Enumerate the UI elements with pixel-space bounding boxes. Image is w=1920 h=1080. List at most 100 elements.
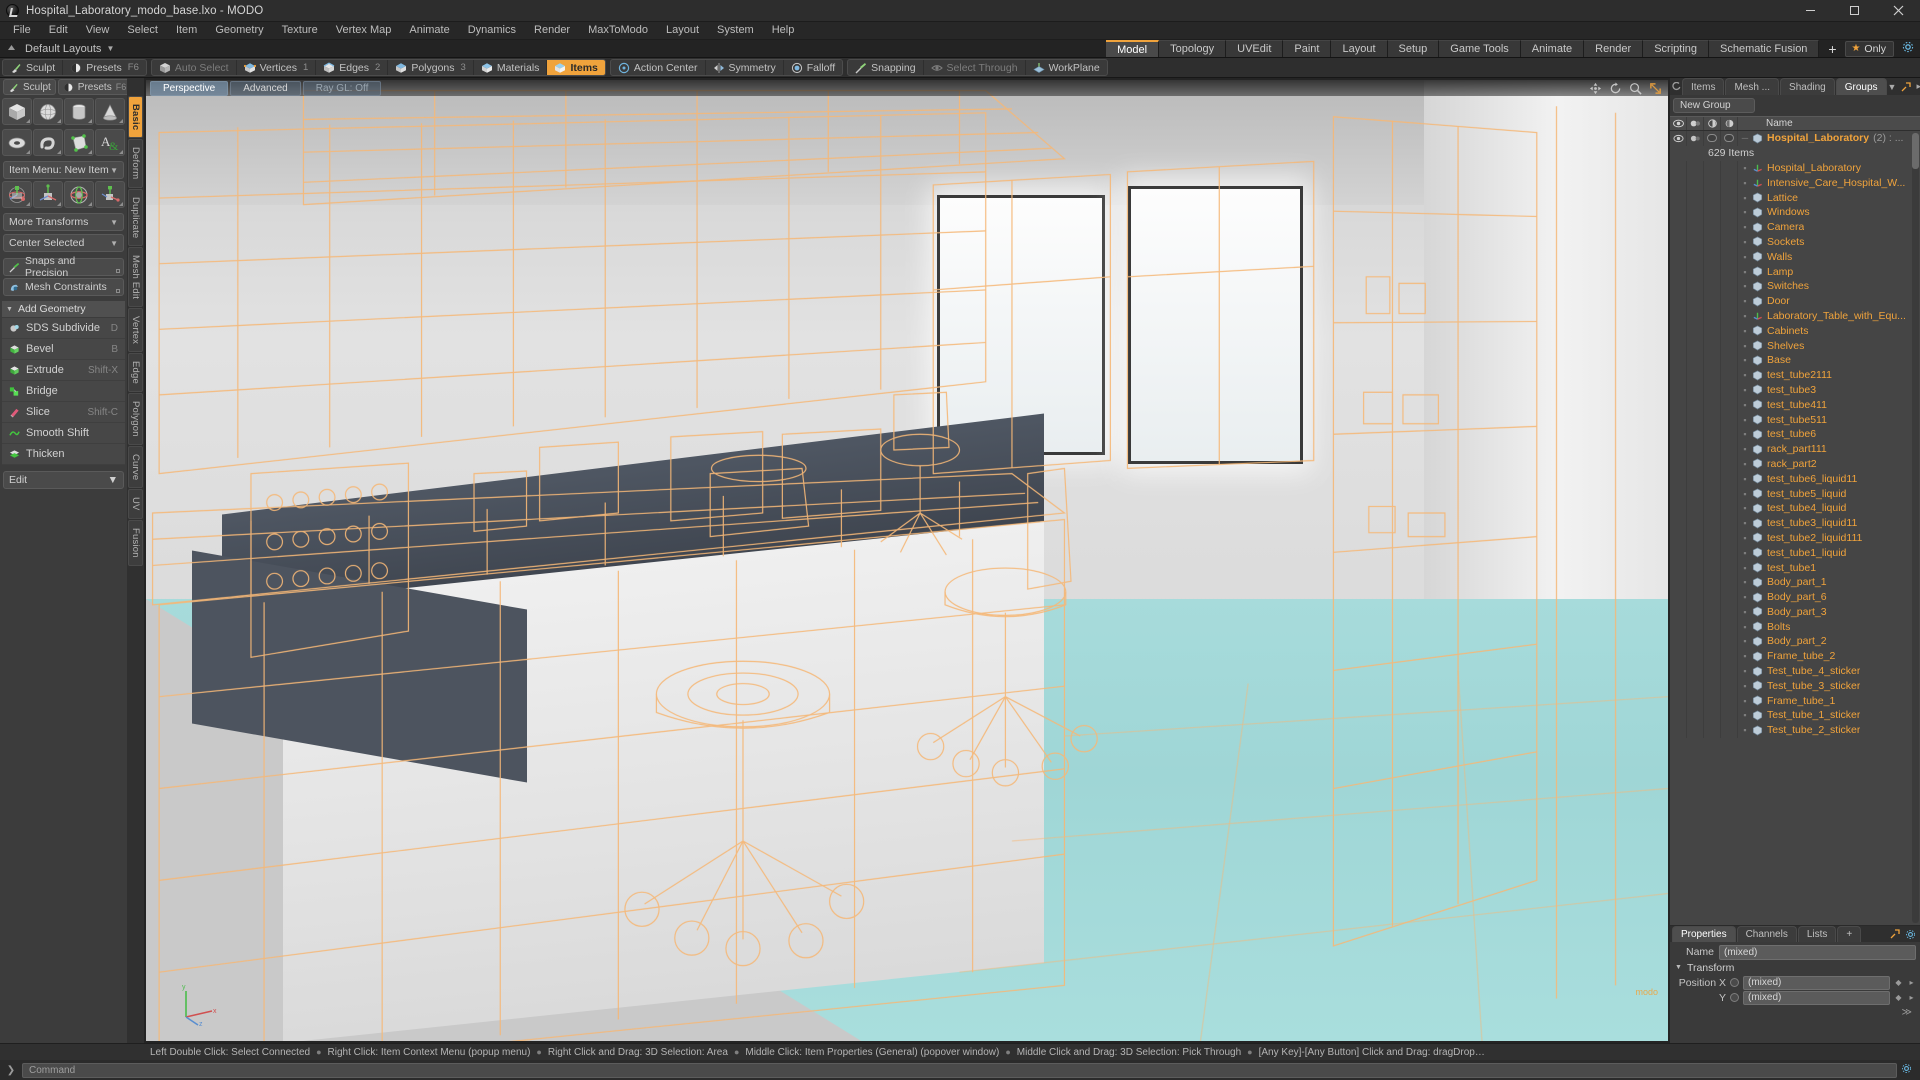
vtab-basic[interactable]: Basic (128, 96, 143, 139)
vtab-edge[interactable]: Edge (128, 353, 143, 393)
panel-collapse-icon[interactable] (5, 42, 18, 55)
viewport-tab-raygl[interactable]: Ray GL: Off (302, 80, 382, 96)
left-presets-button[interactable]: Presets F6 (57, 79, 132, 95)
materials-button[interactable]: Materials (474, 60, 548, 75)
gear-icon[interactable] (1901, 1063, 1916, 1077)
vtab-polygon[interactable]: Polygon (128, 393, 143, 446)
list-item[interactable]: ▪ Base (1670, 352, 1920, 368)
list-item[interactable]: ▪ test_tube5_liquid (1670, 486, 1920, 501)
scale-gizmo-button[interactable] (33, 181, 63, 208)
list-item[interactable]: ▪ Laboratory_Table_with_Equ... (1670, 308, 1920, 324)
close-button[interactable] (1876, 0, 1920, 22)
vtab-uv[interactable]: UV (128, 489, 143, 519)
panel-menu-icon[interactable] (1672, 78, 1681, 95)
list-item[interactable]: ▪ Lamp (1670, 264, 1920, 279)
torus-primitive-button[interactable] (2, 129, 32, 156)
list-item[interactable]: ▪ test_tube4_liquid (1670, 500, 1920, 516)
spiral-primitive-button[interactable] (33, 129, 63, 156)
menu-help[interactable]: Help (763, 22, 804, 39)
right-tab-groups[interactable]: Groups (1835, 78, 1887, 95)
list-item[interactable]: ▪ test_tube2_liquid111 (1670, 530, 1920, 546)
default-layouts-label[interactable]: Default Layouts (25, 43, 101, 55)
vtab-duplicate[interactable]: Duplicate (128, 188, 143, 247)
header-shade2-col[interactable] (1721, 117, 1738, 130)
text-tool-button[interactable]: A & (95, 129, 125, 156)
header-shade1-col[interactable] (1704, 117, 1721, 130)
tree-expander-icon[interactable]: ─ (1738, 133, 1752, 143)
cube-primitive-button[interactable] (2, 98, 32, 125)
item-menu-dropdown[interactable]: Item Menu: New Item ▼ (3, 161, 124, 179)
list-item[interactable]: ▪ Test_tube_4_sticker (1670, 663, 1920, 679)
cone-primitive-button[interactable] (95, 98, 125, 125)
command-input[interactable]: Command (22, 1062, 1897, 1078)
menu-texture[interactable]: Texture (273, 22, 327, 39)
root-shade1-toggle[interactable] (1704, 131, 1721, 146)
group-item-list[interactable]: ─ Hospital_Laboratory (2) : ... 629 Item… (1670, 131, 1920, 925)
viewport-tab-perspective[interactable]: Perspective (150, 80, 229, 96)
rotate-gizmo-button[interactable] (64, 181, 94, 208)
add-properties-tab[interactable]: + (1837, 926, 1862, 942)
position-y-extra-icon[interactable]: ▸ (1907, 993, 1916, 1002)
polygons-button[interactable]: Polygons 3 (388, 60, 474, 75)
list-item[interactable]: ▪ Cabinets (1670, 323, 1920, 339)
list-item[interactable]: ▪ test_tube3 (1670, 382, 1920, 398)
right-tab-shading[interactable]: Shading (1780, 78, 1835, 95)
list-item[interactable]: ▪ Windows (1670, 204, 1920, 220)
list-scrollbar-track[interactable] (1912, 133, 1919, 923)
root-shade2-toggle[interactable] (1721, 131, 1738, 146)
snapping-button[interactable]: Snapping (848, 60, 924, 75)
layout-tab-topology[interactable]: Topology (1159, 40, 1227, 57)
header-visible-col[interactable] (1670, 117, 1687, 130)
menu-animate[interactable]: Animate (400, 22, 458, 39)
list-item[interactable]: ▪ test_tube1_liquid (1670, 545, 1920, 561)
perspective-viewport[interactable]: Perspective Advanced Ray GL: Off y x z m… (146, 80, 1668, 1041)
list-item[interactable]: ▪ Hospital_Laboratory (1670, 160, 1920, 176)
layout-tab-animate[interactable]: Animate (1520, 40, 1585, 57)
list-item[interactable]: ▪ Bolts (1670, 619, 1920, 635)
list-item[interactable]: ▪ Body_part_1 (1670, 574, 1920, 590)
list-item[interactable]: ▪ rack_part111 (1670, 441, 1920, 457)
only-toggle[interactable]: ★ Only (1845, 40, 1894, 57)
tool-sds-subdivide[interactable]: SDS Subdivide D (2, 318, 125, 339)
list-item[interactable]: ▪ test_tube1 (1670, 560, 1920, 575)
right-tabs-overflow-icon[interactable]: ▼ (1888, 82, 1897, 92)
new-group-button[interactable]: New Group (1673, 98, 1755, 113)
tool-slice[interactable]: Slice Shift-C (2, 402, 125, 423)
fit-icon[interactable] (1649, 82, 1662, 95)
sculpt-button[interactable]: Sculpt (3, 60, 64, 75)
list-item[interactable]: ▪ Sockets (1670, 234, 1920, 250)
list-item[interactable]: ▪ Body_part_2 (1670, 634, 1920, 649)
transform-section-header[interactable]: ▼ Transform (1670, 960, 1920, 975)
default-layouts-caret-icon[interactable]: ▼ (106, 44, 114, 53)
sphere-primitive-button[interactable] (33, 98, 63, 125)
symmetry-button[interactable]: Symmetry (706, 60, 784, 75)
edges-button[interactable]: Edges 2 (316, 60, 389, 75)
presets-button[interactable]: Presets F6 (63, 60, 146, 75)
action-center-button[interactable]: Action Center (611, 60, 706, 75)
menu-vertex-map[interactable]: Vertex Map (327, 22, 401, 39)
menu-geometry[interactable]: Geometry (206, 22, 272, 39)
tool-extrude[interactable]: Extrude Shift-X (2, 360, 125, 381)
menu-edit[interactable]: Edit (40, 22, 77, 39)
tool-bridge[interactable]: Bridge (2, 381, 125, 402)
properties-tab[interactable]: Properties (1672, 926, 1736, 942)
list-item[interactable]: ▪ Walls (1670, 249, 1920, 265)
list-item[interactable]: ▪ Frame_tube_1 (1670, 693, 1920, 709)
channels-tab[interactable]: Channels (1736, 926, 1797, 942)
right-tab-items[interactable]: Items (1682, 78, 1725, 95)
more-transforms-dropdown[interactable]: More Transforms ▼ (3, 213, 124, 231)
popout-icon[interactable] (1890, 929, 1900, 939)
move-gizmo-button[interactable] (2, 181, 32, 208)
group-root-row[interactable]: ─ Hospital_Laboratory (2) : ... (1670, 131, 1920, 146)
select-through-button[interactable]: Select Through (924, 60, 1026, 75)
position-x-spinner-icon[interactable]: ◆ (1894, 978, 1903, 987)
layout-tab-scripting[interactable]: Scripting (1643, 40, 1709, 57)
position-y-input[interactable]: (mixed) (1743, 990, 1890, 1005)
list-item[interactable]: ▪ Body_part_3 (1670, 604, 1920, 620)
list-item[interactable]: ▪ test_tube411 (1670, 397, 1920, 413)
command-arrow-icon[interactable]: ❯ (4, 1065, 18, 1076)
list-item[interactable]: ▪ Switches (1670, 278, 1920, 294)
pan-icon[interactable] (1589, 82, 1602, 95)
lists-tab[interactable]: Lists (1797, 926, 1837, 942)
items-button[interactable]: Items (547, 60, 605, 75)
